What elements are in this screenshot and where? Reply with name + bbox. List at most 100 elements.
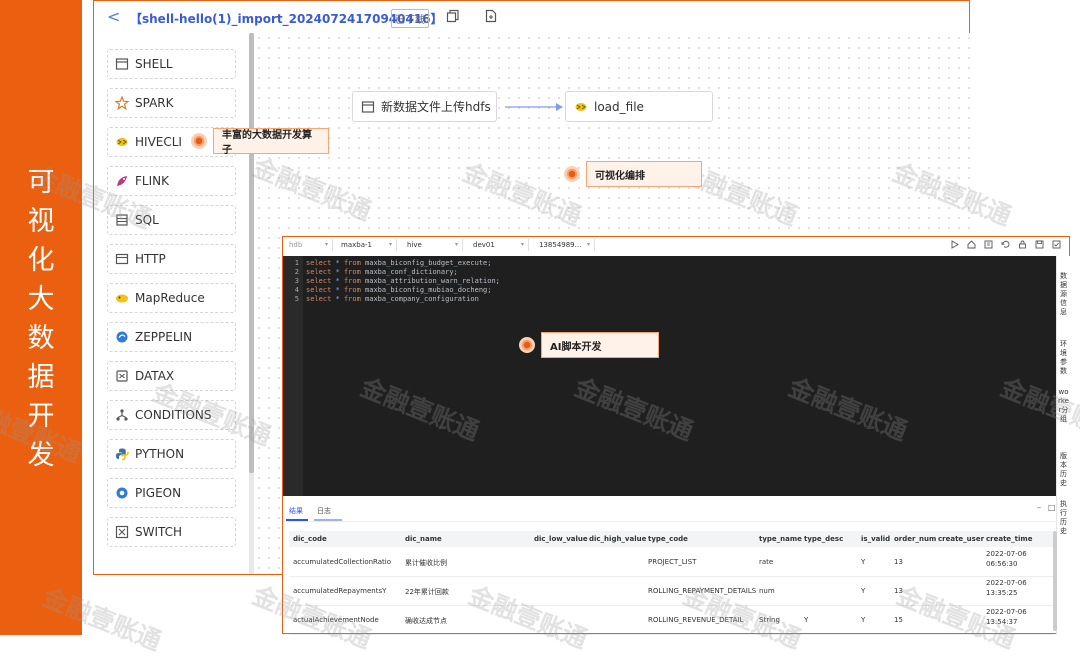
pigeon-icon (116, 487, 128, 499)
palette-item-label: MapReduce (135, 291, 205, 305)
switch-icon (115, 525, 129, 539)
maximize-icon[interactable]: □ (1048, 503, 1056, 512)
undo-icon[interactable] (1001, 240, 1010, 249)
table-cell: 13 (894, 558, 903, 566)
back-icon[interactable]: < (107, 7, 120, 26)
banner-char: 可 (27, 167, 55, 198)
environment-select[interactable]: dev01 ▾ (467, 239, 529, 251)
save-icon[interactable] (1035, 240, 1044, 249)
table-cell: 2022-07-06 13:54:37 (986, 608, 1027, 626)
result-scrollbar[interactable] (1053, 531, 1057, 631)
minimize-icon[interactable]: – (1037, 503, 1041, 512)
palette-item-pigeon[interactable]: PIGEON (107, 478, 236, 508)
palette-item-label: SWITCH (135, 525, 183, 539)
datasource-select[interactable]: maxba-1 ▾ (335, 239, 397, 251)
datax-icon (116, 370, 128, 382)
sql-operator: * (335, 268, 340, 276)
database-icon (116, 214, 128, 226)
select-value: dev01 (473, 241, 495, 249)
palette-item-zeppelin[interactable]: ZEPPELIN (107, 322, 236, 352)
column-header: type_desc (804, 535, 844, 543)
flow-node-label: 新数据文件上传hdfs (381, 100, 491, 114)
operator-palette: SHELL SPARK HIVECLI FLINK SQL HTTP MapRe… (94, 33, 249, 574)
submit-icon[interactable] (1052, 240, 1061, 249)
code-line: select * from maxba_conf_dictionary; (306, 268, 458, 276)
code-editor[interactable]: 1 2 3 4 5 select * from maxba_biconfig_b… (283, 256, 1056, 496)
callout-visual: 可视化编排 (564, 161, 702, 187)
flow-node-upload-hdfs[interactable]: 新数据文件上传hdfs (352, 91, 497, 122)
palette-item-sql[interactable]: SQL (107, 205, 236, 235)
table-cell: 确收达成节点 (405, 617, 447, 625)
palette-item-label: DATAX (135, 369, 175, 383)
palette-item-conditions[interactable]: CONDITIONS (107, 400, 236, 430)
palette-item-mapreduce[interactable]: MapReduce (107, 283, 236, 313)
side-tab-version-history[interactable]: 版本历史 (1058, 452, 1069, 488)
line-number: 4 (294, 286, 299, 294)
engine-select[interactable]: hive ▾ (401, 239, 463, 251)
active-tab-indicator (286, 519, 308, 521)
palette-item-label: ZEPPELIN (135, 330, 193, 344)
palette-item-flink[interactable]: FLINK (107, 166, 236, 196)
banner-char: 据 (27, 362, 55, 393)
home-icon[interactable] (967, 240, 976, 249)
side-tab-datasource-info[interactable]: 数据源信息 (1058, 272, 1069, 317)
code-line: select * from maxba_biconfig_budget_exec… (306, 259, 491, 267)
flow-node-load-file[interactable]: load_file (565, 91, 713, 122)
banner-char: 数 (27, 323, 55, 354)
palette-item-spark[interactable]: SPARK (107, 88, 236, 118)
palette-item-datax[interactable]: DATAX (107, 361, 236, 391)
palette-item-shell[interactable]: SHELL (107, 49, 236, 79)
column-header: dic_high_value (589, 535, 647, 543)
sql-keyword: from (343, 295, 361, 303)
result-tabs: 结果 日志 (283, 499, 1056, 522)
line-gutter: 1 2 3 4 5 (283, 256, 303, 496)
table-row[interactable]: accumulatedRepaymentsY 22年累计回款 ROLLING_R… (289, 576, 1053, 606)
side-tab-worker-group[interactable]: worker分组 (1058, 388, 1069, 424)
side-tab-env-params[interactable]: 环境参数 (1058, 340, 1069, 376)
code-line: select * from maxba_biconfig_mubiao_doch… (306, 286, 491, 294)
sql-keyword: from (343, 259, 361, 267)
editor-toolbar: hdb ▾ maxba-1 ▾ hive ▾ dev01 ▾ 13854989... ▾ (283, 237, 1069, 254)
datasource-type-select[interactable]: hdb ▾ (283, 239, 333, 251)
callout-label: AI脚本开发 (541, 332, 659, 358)
sql-keyword: select (306, 286, 332, 294)
flow-edge-arrow (505, 103, 563, 111)
sql-table: maxba_company_configuration (365, 295, 479, 303)
table-cell: Y (861, 616, 866, 624)
account-select[interactable]: 13854989... ▾ (533, 239, 595, 251)
table-cell: 累计催收比例 (405, 559, 447, 567)
zeppelin-icon (116, 331, 128, 343)
palette-item-label: FLINK (135, 174, 169, 188)
palette-item-label: SHELL (135, 57, 173, 71)
copy-icon[interactable] (446, 9, 460, 23)
table-cell: ROLLING_REPAYMENT_DETAILS (648, 587, 757, 595)
palette-item-http[interactable]: HTTP (107, 244, 236, 274)
lock-icon[interactable] (1018, 240, 1027, 249)
format-icon[interactable] (984, 240, 993, 249)
export-file-icon[interactable] (484, 9, 498, 23)
palette-item-label: PIGEON (135, 486, 182, 500)
sql-keyword: from (343, 268, 361, 276)
palette-item-label: HTTP (135, 252, 166, 266)
palette-item-python[interactable]: PYTHON (107, 439, 236, 469)
table-row[interactable]: accumulatedCollectionRatio 累计催收比例 PROJEC… (289, 547, 1053, 577)
run-icon[interactable] (950, 240, 959, 249)
status-badge: 已下线 (391, 9, 429, 28)
table-cell: Y (804, 616, 809, 624)
sql-keyword: from (343, 277, 361, 285)
terminal-icon (361, 100, 375, 113)
tab-log[interactable]: 日志 (317, 506, 331, 516)
palette-item-switch[interactable]: SWITCH (107, 517, 236, 547)
banner-char: 视 (27, 206, 55, 237)
side-tab-run-history[interactable]: 执行历史 (1058, 500, 1069, 536)
chevron-down-icon: ▾ (388, 241, 392, 248)
highlight-dot (564, 166, 580, 182)
tab-result[interactable]: 结果 (289, 506, 303, 516)
column-header: is_valid (861, 535, 891, 543)
table-row[interactable]: actualAchievementNode 确收达成节点 ROLLING_REV… (289, 605, 1053, 635)
column-header: type_name (759, 535, 802, 543)
callout-label: 可视化编排 (586, 161, 702, 187)
palette-item-label: SQL (135, 213, 159, 227)
table-cell: 22年累计回款 (405, 588, 449, 596)
table-cell: 13 (894, 587, 903, 595)
